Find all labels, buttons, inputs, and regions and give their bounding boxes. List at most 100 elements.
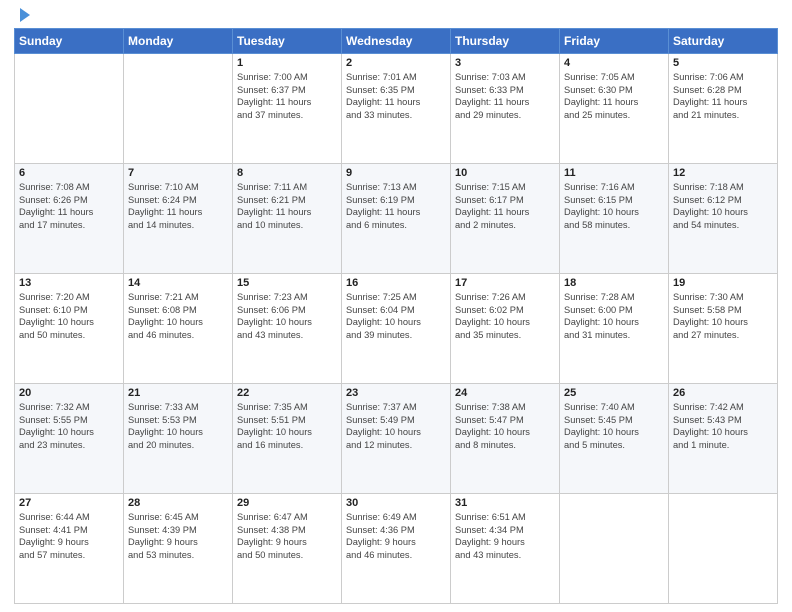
cell-content: Sunrise: 6:51 AM Sunset: 4:34 PM Dayligh…	[455, 511, 555, 561]
calendar-cell	[560, 494, 669, 604]
calendar-cell: 30 Sunrise: 6:49 AM Sunset: 4:36 PM Dayli…	[342, 494, 451, 604]
cell-content: Sunrise: 6:44 AM Sunset: 4:41 PM Dayligh…	[19, 511, 119, 561]
day-number: 8	[237, 167, 337, 179]
calendar-cell: 12 Sunrise: 7:18 AM Sunset: 6:12 PM Dayli…	[669, 164, 778, 274]
header-day: Sunday	[15, 29, 124, 54]
day-number: 12	[673, 167, 773, 179]
calendar-cell: 24Sunrise: 7:38 AM Sunset: 5:47 PM Dayli…	[451, 384, 560, 494]
calendar-week-row: 20Sunrise: 7:32 AM Sunset: 5:55 PM Dayli…	[15, 384, 778, 494]
calendar-cell: 13Sunrise: 7:20 AM Sunset: 6:10 PM Dayli…	[15, 274, 124, 384]
day-number: 2	[346, 57, 446, 69]
calendar-cell	[669, 494, 778, 604]
day-number: 6	[19, 167, 119, 179]
calendar-cell: 20Sunrise: 7:32 AM Sunset: 5:55 PM Dayli…	[15, 384, 124, 494]
day-number: 5	[673, 57, 773, 69]
logo-arrow-icon	[20, 8, 30, 22]
day-number: 27	[19, 497, 119, 509]
day-number: 7	[128, 167, 228, 179]
calendar-cell: 31Sunrise: 6:51 AM Sunset: 4:34 PM Dayli…	[451, 494, 560, 604]
calendar-cell: 23 Sunrise: 7:37 AM Sunset: 5:49 PM Dayli…	[342, 384, 451, 494]
calendar-cell: 17 Sunrise: 7:26 AM Sunset: 6:02 PM Dayli…	[451, 274, 560, 384]
cell-content: Sunrise: 6:49 AM Sunset: 4:36 PM Dayligh…	[346, 511, 446, 561]
cell-content: Sunrise: 7:16 AM Sunset: 6:15 PM Dayligh…	[564, 181, 664, 231]
day-number: 21	[128, 387, 228, 399]
day-number: 30	[346, 497, 446, 509]
calendar-cell: 5Sunrise: 7:06 AM Sunset: 6:28 PM Daylig…	[669, 54, 778, 164]
cell-content: Sunrise: 7:28 AM Sunset: 6:00 PM Dayligh…	[564, 291, 664, 341]
day-number: 18	[564, 277, 664, 289]
day-number: 29	[237, 497, 337, 509]
calendar-cell: 21Sunrise: 7:33 AM Sunset: 5:53 PM Dayli…	[124, 384, 233, 494]
day-number: 23	[346, 387, 446, 399]
calendar-cell: 6 Sunrise: 7:08 AM Sunset: 6:26 PM Daylig…	[15, 164, 124, 274]
cell-content: Sunrise: 7:15 AM Sunset: 6:17 PM Dayligh…	[455, 181, 555, 231]
header-day: Saturday	[669, 29, 778, 54]
cell-content: Sunrise: 7:18 AM Sunset: 6:12 PM Dayligh…	[673, 181, 773, 231]
cell-content: Sunrise: 7:08 AM Sunset: 6:26 PM Dayligh…	[19, 181, 119, 231]
header-day: Wednesday	[342, 29, 451, 54]
calendar-week-row: 6 Sunrise: 7:08 AM Sunset: 6:26 PM Daylig…	[15, 164, 778, 274]
cell-content: Sunrise: 7:26 AM Sunset: 6:02 PM Dayligh…	[455, 291, 555, 341]
calendar-cell: 28 Sunrise: 6:45 AM Sunset: 4:39 PM Dayli…	[124, 494, 233, 604]
cell-content: Sunrise: 7:30 AM Sunset: 5:58 PM Dayligh…	[673, 291, 773, 341]
calendar-week-row: 13Sunrise: 7:20 AM Sunset: 6:10 PM Dayli…	[15, 274, 778, 384]
cell-content: Sunrise: 6:47 AM Sunset: 4:38 PM Dayligh…	[237, 511, 337, 561]
calendar-cell: 10 Sunrise: 7:15 AM Sunset: 6:17 PM Dayli…	[451, 164, 560, 274]
calendar-cell: 4 Sunrise: 7:05 AM Sunset: 6:30 PM Daylig…	[560, 54, 669, 164]
cell-content: Sunrise: 7:05 AM Sunset: 6:30 PM Dayligh…	[564, 71, 664, 121]
cell-content: Sunrise: 7:21 AM Sunset: 6:08 PM Dayligh…	[128, 291, 228, 341]
cell-content: Sunrise: 7:25 AM Sunset: 6:04 PM Dayligh…	[346, 291, 446, 341]
header	[14, 10, 778, 22]
day-number: 10	[455, 167, 555, 179]
day-number: 9	[346, 167, 446, 179]
day-number: 20	[19, 387, 119, 399]
calendar-cell: 11 Sunrise: 7:16 AM Sunset: 6:15 PM Dayli…	[560, 164, 669, 274]
header-day: Monday	[124, 29, 233, 54]
calendar-cell: 16 Sunrise: 7:25 AM Sunset: 6:04 PM Dayli…	[342, 274, 451, 384]
day-number: 16	[346, 277, 446, 289]
calendar-cell: 9Sunrise: 7:13 AM Sunset: 6:19 PM Daylig…	[342, 164, 451, 274]
day-number: 22	[237, 387, 337, 399]
cell-content: Sunrise: 7:35 AM Sunset: 5:51 PM Dayligh…	[237, 401, 337, 451]
day-number: 11	[564, 167, 664, 179]
cell-content: Sunrise: 7:40 AM Sunset: 5:45 PM Dayligh…	[564, 401, 664, 451]
day-number: 19	[673, 277, 773, 289]
header-row: SundayMondayTuesdayWednesdayThursdayFrid…	[15, 29, 778, 54]
calendar-cell: 2 Sunrise: 7:01 AM Sunset: 6:35 PM Daylig…	[342, 54, 451, 164]
calendar-cell: 8Sunrise: 7:11 AM Sunset: 6:21 PM Daylig…	[233, 164, 342, 274]
calendar-table: SundayMondayTuesdayWednesdayThursdayFrid…	[14, 28, 778, 604]
cell-content: Sunrise: 7:10 AM Sunset: 6:24 PM Dayligh…	[128, 181, 228, 231]
calendar-cell	[15, 54, 124, 164]
cell-content: Sunrise: 6:45 AM Sunset: 4:39 PM Dayligh…	[128, 511, 228, 561]
header-day: Friday	[560, 29, 669, 54]
calendar-cell	[124, 54, 233, 164]
day-number: 17	[455, 277, 555, 289]
cell-content: Sunrise: 7:01 AM Sunset: 6:35 PM Dayligh…	[346, 71, 446, 121]
cell-content: Sunrise: 7:37 AM Sunset: 5:49 PM Dayligh…	[346, 401, 446, 451]
cell-content: Sunrise: 7:23 AM Sunset: 6:06 PM Dayligh…	[237, 291, 337, 341]
calendar-cell: 29 Sunrise: 6:47 AM Sunset: 4:38 PM Dayli…	[233, 494, 342, 604]
cell-content: Sunrise: 7:00 AM Sunset: 6:37 PM Dayligh…	[237, 71, 337, 121]
cell-content: Sunrise: 7:20 AM Sunset: 6:10 PM Dayligh…	[19, 291, 119, 341]
day-number: 4	[564, 57, 664, 69]
calendar-cell: 19 Sunrise: 7:30 AM Sunset: 5:58 PM Dayli…	[669, 274, 778, 384]
calendar-cell: 7 Sunrise: 7:10 AM Sunset: 6:24 PM Daylig…	[124, 164, 233, 274]
calendar-cell: 26 Sunrise: 7:42 AM Sunset: 5:43 PM Dayli…	[669, 384, 778, 494]
calendar-cell: 18 Sunrise: 7:28 AM Sunset: 6:00 PM Dayli…	[560, 274, 669, 384]
header-day: Tuesday	[233, 29, 342, 54]
calendar-cell: 14 Sunrise: 7:21 AM Sunset: 6:08 PM Dayli…	[124, 274, 233, 384]
day-number: 1	[237, 57, 337, 69]
cell-content: Sunrise: 7:42 AM Sunset: 5:43 PM Dayligh…	[673, 401, 773, 451]
day-number: 15	[237, 277, 337, 289]
calendar-cell: 27 Sunrise: 6:44 AM Sunset: 4:41 PM Dayli…	[15, 494, 124, 604]
cell-content: Sunrise: 7:03 AM Sunset: 6:33 PM Dayligh…	[455, 71, 555, 121]
day-number: 14	[128, 277, 228, 289]
calendar-week-row: 1 Sunrise: 7:00 AM Sunset: 6:37 PM Daylig…	[15, 54, 778, 164]
calendar-cell: 15 Sunrise: 7:23 AM Sunset: 6:06 PM Dayli…	[233, 274, 342, 384]
logo	[14, 10, 30, 22]
day-number: 28	[128, 497, 228, 509]
page: SundayMondayTuesdayWednesdayThursdayFrid…	[0, 0, 792, 612]
day-number: 26	[673, 387, 773, 399]
header-day: Thursday	[451, 29, 560, 54]
day-number: 24	[455, 387, 555, 399]
